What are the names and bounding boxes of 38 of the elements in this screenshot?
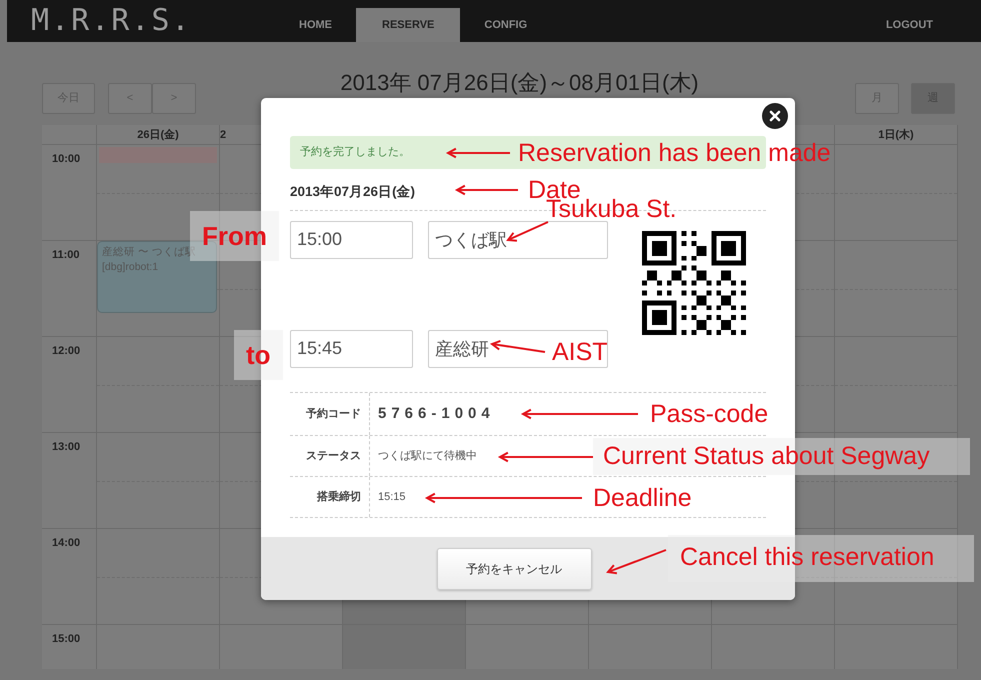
time-label: 14:00 bbox=[42, 529, 97, 625]
cancel-reservation-button[interactable]: 予約をキャンセル bbox=[436, 548, 592, 590]
nav-tab[interactable]: RESERVE bbox=[356, 8, 460, 42]
close-button[interactable] bbox=[762, 103, 788, 129]
detail-label: 搭乗締切 bbox=[317, 490, 361, 504]
day-header: 1日(木) bbox=[835, 125, 958, 145]
annotation-label: Current Status about Segway bbox=[593, 438, 970, 475]
nav-tab[interactable]: HOME bbox=[275, 8, 356, 42]
annotation-arrow bbox=[506, 221, 548, 242]
time-field[interactable]: 15:45 bbox=[290, 330, 413, 368]
annotation-label: to bbox=[234, 330, 283, 380]
close-icon bbox=[769, 110, 781, 122]
time-label: 15:00 bbox=[42, 625, 97, 669]
annotation-label: AIST bbox=[552, 340, 608, 365]
detail-label: ステータス bbox=[306, 448, 361, 464]
detail-value: 15:15 bbox=[377, 490, 406, 504]
detail-value: つくば駅にて待機中 bbox=[377, 448, 477, 464]
annotation-label: From bbox=[190, 211, 279, 261]
app-logo: M.R.R.S. bbox=[30, 2, 192, 40]
annotation-arrow bbox=[454, 184, 518, 196]
place-field[interactable]: つくば駅 bbox=[428, 220, 608, 259]
time-label: 12:00 bbox=[42, 337, 97, 433]
time-label: 10:00 bbox=[42, 145, 97, 241]
pass-code: 5766-1004 bbox=[377, 404, 495, 424]
annotation-arrow bbox=[606, 549, 666, 574]
annotation-label: Pass-code bbox=[650, 402, 768, 427]
time-label: 13:00 bbox=[42, 433, 97, 529]
annotation-arrow bbox=[490, 340, 546, 353]
day-header: 26日(金) bbox=[97, 125, 220, 145]
annotation-arrow bbox=[446, 148, 510, 158]
logout-link[interactable]: LOGOUT bbox=[862, 8, 957, 42]
detail-label: 予約コード bbox=[306, 406, 361, 422]
nav-tab[interactable]: CONFIG bbox=[460, 8, 552, 42]
time-field[interactable]: 15:00 bbox=[290, 220, 413, 259]
calendar-title: 2013年 07月26日(金)～08月01日(木) bbox=[339, 70, 700, 96]
time-label: 11:00 bbox=[42, 241, 97, 337]
annotation-label: Cancel this reservation bbox=[668, 535, 974, 582]
annotation-label: Deadline bbox=[593, 486, 692, 511]
